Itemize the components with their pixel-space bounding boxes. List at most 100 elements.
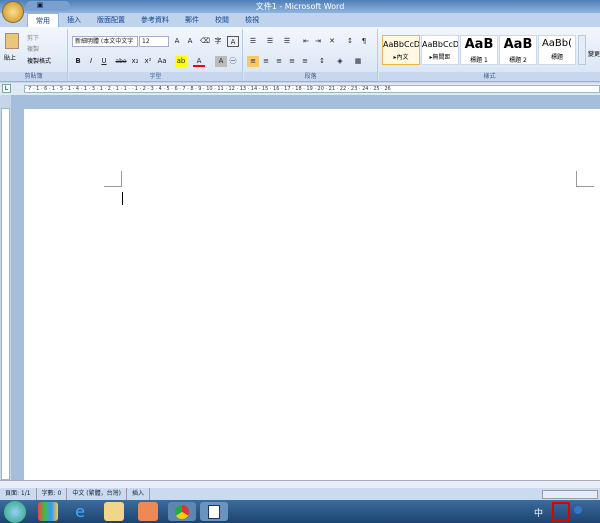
font-label: 字型	[69, 72, 242, 81]
borders-icon[interactable]: ▦	[352, 56, 364, 67]
justify-icon[interactable]: ≡	[286, 56, 298, 67]
word-count[interactable]: 字數: 0	[37, 488, 68, 500]
quick-access-toolbar[interactable]: ▣	[26, 1, 70, 11]
ribbon-tabs: 常用 插入 版面配置 參考資料 郵件 校閱 檢視	[0, 13, 600, 27]
change-styles-button[interactable]: 變更	[588, 49, 600, 58]
media-player-icon[interactable]	[138, 502, 158, 521]
tab-review[interactable]: 校閱	[207, 13, 237, 27]
style-heading-2[interactable]: AaB 標題 2	[499, 35, 537, 65]
crop-mark-left	[104, 171, 122, 187]
paragraph-group: ☰ ☰ ☰ ⇤ ⇥ ✕ ↕ ¶ ≡ ≡ ≡ ≡ ≡ ↕ ◈ ▦ 段落	[244, 29, 378, 81]
horizontal-scrollbar[interactable]	[0, 480, 600, 488]
numbering-icon[interactable]: ☰	[264, 36, 276, 47]
asian-layout-icon[interactable]: ✕	[326, 36, 338, 47]
folder-icon[interactable]	[104, 502, 124, 521]
window-title: 文件1 - Microsoft Word	[255, 2, 345, 11]
bold-button[interactable]: B	[72, 56, 84, 67]
underline-button[interactable]: U	[98, 56, 110, 67]
align-center-icon[interactable]: ≡	[260, 56, 272, 67]
vertical-ruler[interactable]	[1, 108, 10, 480]
page-count[interactable]: 頁面: 1/1	[0, 488, 37, 500]
line-spacing-icon[interactable]: ↕	[316, 56, 328, 67]
office-button[interactable]	[2, 1, 24, 23]
title-bar: 文件1 - Microsoft Word	[0, 0, 600, 13]
font-group: 新細明體 (本文中文字 12 A A ⌫ 字 A B I U abe x₂ x²…	[69, 29, 243, 81]
style-name: 標題 1	[470, 57, 488, 64]
char-shading-button[interactable]: A	[215, 56, 227, 67]
style-normal[interactable]: AaBbCcD ▸內文	[382, 35, 420, 65]
taskbar: e 中	[0, 500, 600, 523]
paste-icon[interactable]	[5, 33, 19, 49]
style-sample: AaB	[503, 37, 533, 52]
chrome-icon[interactable]	[168, 502, 196, 521]
style-heading-1[interactable]: AaB 標題 1	[460, 35, 498, 65]
language[interactable]: 中文 (繁體，台灣)	[67, 488, 127, 500]
copy-button[interactable]: 複製	[27, 44, 39, 53]
increase-indent-icon[interactable]: ⇥	[312, 36, 324, 47]
clipboard-label: 剪貼簿	[0, 72, 67, 81]
font-name-select[interactable]: 新細明體 (本文中文字	[72, 36, 138, 47]
tab-home[interactable]: 常用	[27, 13, 59, 27]
highlight-icon[interactable]: ab	[175, 56, 187, 67]
tab-insert[interactable]: 插入	[59, 13, 89, 27]
distribute-icon[interactable]: ≡	[299, 56, 311, 67]
enclose-char-icon[interactable]: ㊀	[227, 56, 239, 67]
crop-mark-right	[576, 171, 594, 187]
ribbon: 貼上 剪下 複製 複製格式 剪貼簿 新細明體 (本文中文字 12 A A ⌫ 字…	[0, 27, 600, 82]
document-page[interactable]	[24, 109, 600, 480]
tab-selector[interactable]: L	[2, 84, 11, 93]
clear-format-icon[interactable]: ⌫	[199, 36, 211, 47]
show-marks-icon[interactable]: ¶	[358, 36, 370, 47]
text-cursor	[122, 192, 123, 205]
align-left-icon[interactable]: ≡	[247, 56, 259, 67]
style-no-spacing[interactable]: AaBbCcD ▸無間距	[421, 35, 459, 65]
shrink-font-icon[interactable]: A	[184, 36, 196, 47]
change-case-button[interactable]: Aa	[156, 56, 168, 67]
font-size-select[interactable]: 12	[139, 36, 169, 47]
word-taskbar-icon[interactable]	[200, 502, 228, 521]
style-name: ▸無間距	[429, 54, 451, 61]
superscript-button[interactable]: x²	[142, 56, 154, 67]
status-bar: 頁面: 1/1 字數: 0 中文 (繁體，台灣) 插入	[0, 488, 600, 500]
strikethrough-button[interactable]: abe	[115, 56, 127, 67]
windows-app-icon[interactable]	[38, 502, 58, 521]
start-button[interactable]	[4, 501, 26, 523]
tab-layout[interactable]: 版面配置	[89, 13, 133, 27]
style-name: 標題 2	[509, 57, 527, 64]
bullets-icon[interactable]: ☰	[247, 36, 259, 47]
ime-indicator[interactable]: 中	[534, 506, 543, 519]
font-color-button[interactable]: A	[193, 56, 205, 67]
align-right-icon[interactable]: ≡	[273, 56, 285, 67]
help-tray-icon[interactable]	[574, 506, 582, 514]
style-sample: AaBbCcD	[422, 40, 458, 49]
decrease-indent-icon[interactable]: ⇤	[300, 36, 312, 47]
style-sample: AaBb(	[541, 38, 573, 49]
phonetic-icon[interactable]: 字	[212, 36, 224, 47]
style-sample: AaB	[464, 37, 494, 52]
italic-button[interactable]: I	[85, 56, 97, 67]
shading-icon[interactable]: ◈	[334, 56, 346, 67]
insert-mode[interactable]: 插入	[127, 488, 150, 500]
horizontal-ruler[interactable]: · 7 · 1 · 6 · 1 · 5 · 1 · 4 · 1 · 3 · 1 …	[24, 85, 600, 93]
highlighted-tray-icon[interactable]	[552, 502, 570, 522]
char-border-icon[interactable]: A	[227, 36, 239, 47]
subscript-button[interactable]: x₂	[129, 56, 141, 67]
style-sample: AaBbCcD	[383, 40, 419, 49]
ie-icon[interactable]: e	[70, 502, 90, 521]
view-buttons[interactable]	[542, 490, 598, 499]
paste-button[interactable]: 貼上	[4, 53, 16, 62]
cut-button[interactable]: 剪下	[27, 33, 39, 42]
multilevel-list-icon[interactable]: ☰	[281, 36, 293, 47]
style-title[interactable]: AaBb( 標題	[538, 35, 576, 65]
style-name: 標題	[550, 54, 563, 61]
paragraph-label: 段落	[244, 72, 377, 81]
clipboard-group: 貼上 剪下 複製 複製格式 剪貼簿	[0, 29, 68, 81]
sort-icon[interactable]: ↕	[344, 36, 356, 47]
tab-references[interactable]: 參考資料	[133, 13, 177, 27]
grow-font-icon[interactable]: A	[171, 36, 183, 47]
tab-mailings[interactable]: 郵件	[177, 13, 207, 27]
save-icon[interactable]: ▣	[34, 0, 46, 11]
styles-scroll[interactable]	[578, 35, 586, 65]
tab-view[interactable]: 檢視	[237, 13, 267, 27]
format-painter-button[interactable]: 複製格式	[27, 56, 51, 65]
